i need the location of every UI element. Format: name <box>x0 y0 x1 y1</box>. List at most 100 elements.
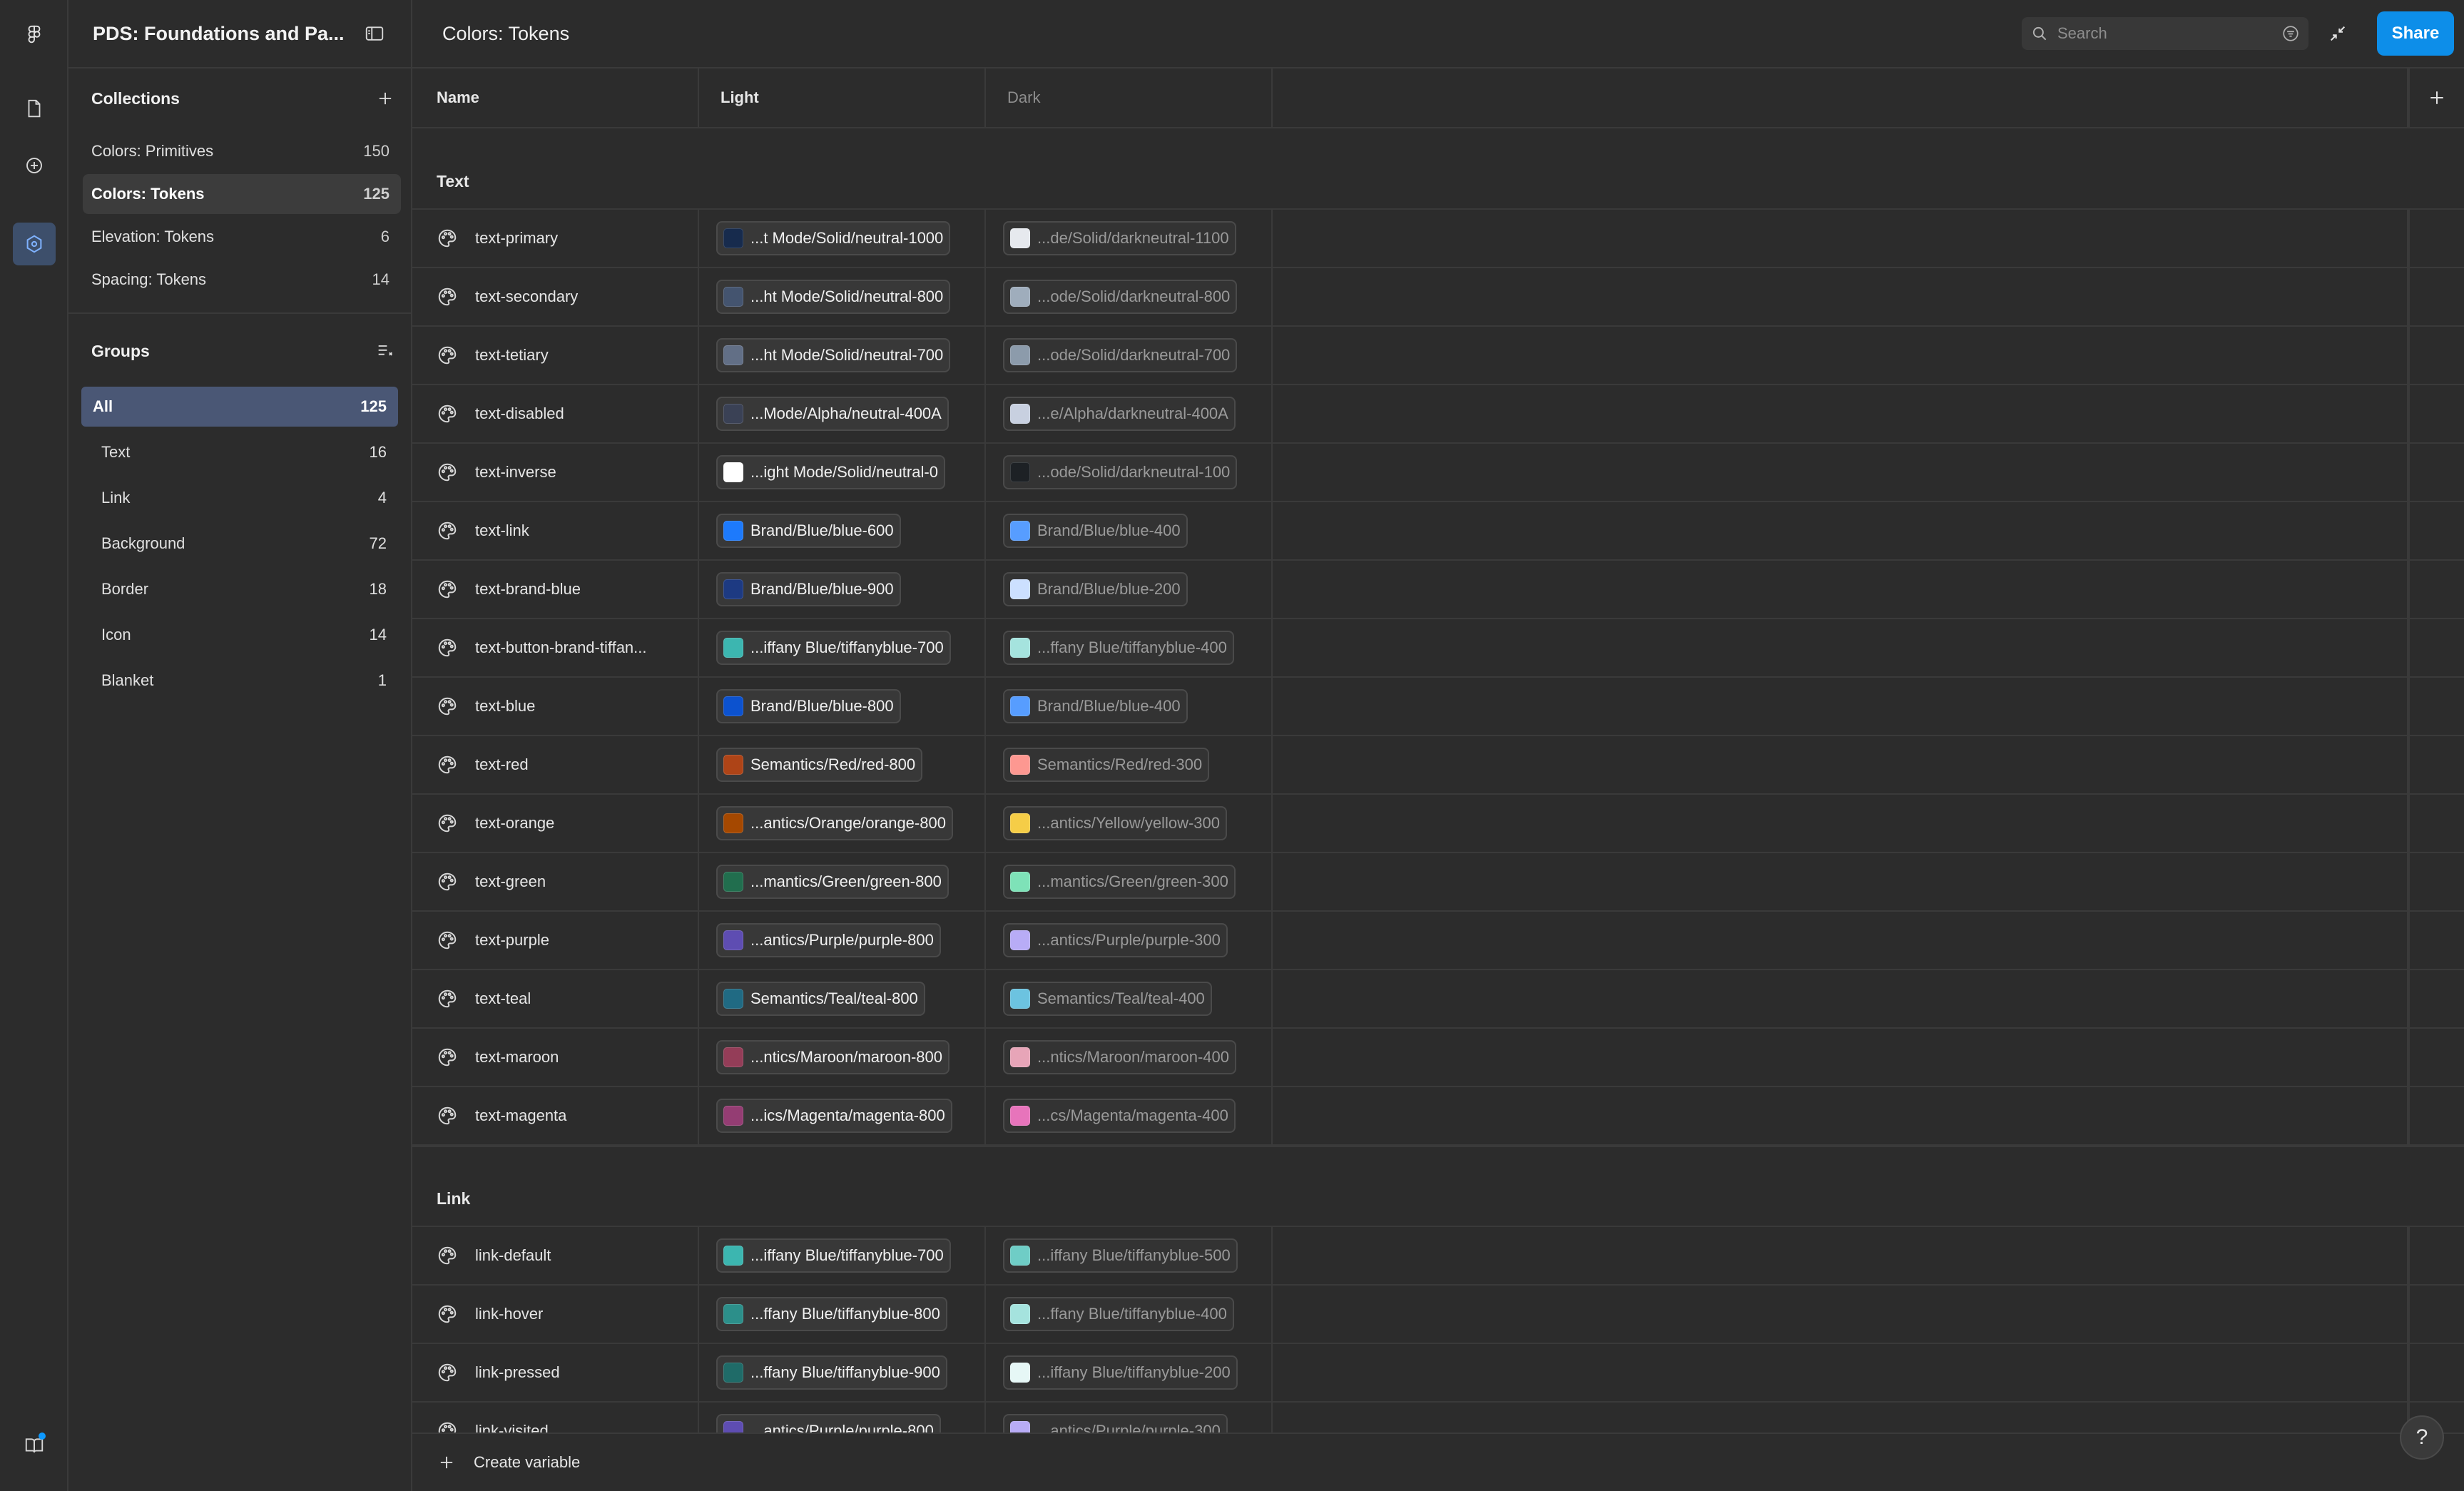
dark-value-cell[interactable]: ...antics/Purple/purple-300 <box>986 912 1273 969</box>
variable-name-cell[interactable]: link-default <box>412 1227 699 1284</box>
alias-pill[interactable]: ...antics/Purple/purple-300 <box>1003 923 1228 957</box>
light-value-cell[interactable]: ...antics/Purple/purple-800 <box>699 1403 986 1433</box>
group-item[interactable]: Background 72 <box>81 524 398 564</box>
light-value-cell[interactable]: ...mantics/Green/green-800 <box>699 853 986 910</box>
alias-pill[interactable]: ...e/Alpha/darkneutral-400A <box>1003 397 1236 431</box>
dark-value-cell[interactable]: Brand/Blue/blue-400 <box>986 678 1273 735</box>
light-value-cell[interactable]: ...Mode/Alpha/neutral-400A <box>699 385 986 442</box>
table-row[interactable]: text-maroon ...ntics/Maroon/maroon-800...… <box>412 1029 2464 1087</box>
add-mode-button[interactable] <box>2408 68 2464 127</box>
help-button[interactable]: ? <box>2400 1415 2444 1460</box>
table-row[interactable]: text-green ...mantics/Green/green-800 ...m… <box>412 853 2464 912</box>
alias-pill[interactable]: ...ode/Solid/darkneutral-100 <box>1003 455 1238 489</box>
collection-item[interactable]: Spacing: Tokens 14 <box>83 260 401 300</box>
table-row[interactable]: link-default ...iffany Blue/tiffanyblue-7… <box>412 1227 2464 1286</box>
dark-value-cell[interactable]: ...ffany Blue/tiffanyblue-400 <box>986 619 1273 676</box>
dark-value-cell[interactable]: ...e/Alpha/darkneutral-400A <box>986 385 1273 442</box>
table-row[interactable]: text-tetiary ...ht Mode/Solid/neutral-700… <box>412 327 2464 385</box>
dark-value-cell[interactable]: ...ode/Solid/darkneutral-700 <box>986 327 1273 384</box>
variable-name-cell[interactable]: text-tetiary <box>412 327 699 384</box>
alias-pill[interactable]: ...antics/Purple/purple-800 <box>716 923 941 957</box>
alias-pill[interactable]: ...antics/Orange/orange-800 <box>716 806 953 840</box>
exit-fullscreen-icon[interactable] <box>2321 17 2354 50</box>
dark-value-cell[interactable]: ...ode/Solid/darkneutral-800 <box>986 268 1273 325</box>
share-button[interactable]: Share <box>2377 11 2454 56</box>
light-value-cell[interactable]: ...ntics/Maroon/maroon-800 <box>699 1029 986 1086</box>
light-value-cell[interactable]: ...ffany Blue/tiffanyblue-900 <box>699 1344 986 1401</box>
table-row[interactable]: text-inverse ...ight Mode/Solid/neutral-0… <box>412 444 2464 502</box>
alias-pill[interactable]: ...iffany Blue/tiffanyblue-700 <box>716 1238 951 1273</box>
collapse-groups-icon[interactable] <box>375 341 395 361</box>
variable-name-cell[interactable]: link-visited <box>412 1403 699 1433</box>
alias-pill[interactable]: ...ffany Blue/tiffanyblue-800 <box>716 1297 947 1331</box>
alias-pill[interactable]: ...ode/Solid/darkneutral-800 <box>1003 280 1238 314</box>
table-row[interactable]: text-secondary ...ht Mode/Solid/neutral-8… <box>412 268 2464 327</box>
alias-pill[interactable]: ...antics/Purple/purple-800 <box>716 1414 941 1433</box>
group-item[interactable]: Icon 14 <box>81 615 398 655</box>
variable-name-cell[interactable]: text-disabled <box>412 385 699 442</box>
alias-pill[interactable]: Brand/Blue/blue-800 <box>716 689 901 723</box>
column-header-dark[interactable]: Dark <box>986 68 1273 127</box>
table-row[interactable]: text-blue Brand/Blue/blue-800 Brand/Blue/b… <box>412 678 2464 736</box>
dark-value-cell[interactable]: ...iffany Blue/tiffanyblue-200 <box>986 1344 1273 1401</box>
add-circle-icon[interactable] <box>13 144 56 187</box>
table-row[interactable]: text-teal Semantics/Teal/teal-800 Semantic… <box>412 970 2464 1029</box>
dark-value-cell[interactable]: Brand/Blue/blue-400 <box>986 502 1273 559</box>
alias-pill[interactable]: ...ht Mode/Solid/neutral-700 <box>716 338 951 372</box>
table-row[interactable]: text-red Semantics/Red/red-800 Semantics/R… <box>412 736 2464 795</box>
variable-name-cell[interactable]: text-link <box>412 502 699 559</box>
variable-name-cell[interactable]: text-brand-blue <box>412 561 699 618</box>
dark-value-cell[interactable]: ...iffany Blue/tiffanyblue-500 <box>986 1227 1273 1284</box>
search-input[interactable] <box>2057 24 2281 43</box>
dark-value-cell[interactable]: ...mantics/Green/green-300 <box>986 853 1273 910</box>
table-row[interactable]: text-magenta ...ics/Magenta/magenta-800..… <box>412 1087 2464 1146</box>
collection-item[interactable]: Colors: Tokens 125 <box>83 174 401 214</box>
dark-value-cell[interactable]: ...de/Solid/darkneutral-1100 <box>986 210 1273 267</box>
variable-name-cell[interactable]: text-purple <box>412 912 699 969</box>
variable-name-cell[interactable]: text-maroon <box>412 1029 699 1086</box>
alias-pill[interactable]: ...ics/Magenta/magenta-800 <box>716 1099 952 1133</box>
variable-name-cell[interactable]: text-orange <box>412 795 699 852</box>
file-icon[interactable] <box>13 87 56 130</box>
group-item[interactable]: Text 16 <box>81 432 398 472</box>
column-header-name[interactable]: Name <box>412 68 699 127</box>
group-item[interactable]: All 125 <box>81 387 398 427</box>
alias-pill[interactable]: ...t Mode/Solid/neutral-1000 <box>716 221 951 255</box>
alias-pill[interactable]: ...mantics/Green/green-300 <box>1003 865 1236 899</box>
alias-pill[interactable]: Brand/Blue/blue-600 <box>716 514 901 548</box>
light-value-cell[interactable]: ...ight Mode/Solid/neutral-0 <box>699 444 986 501</box>
variable-name-cell[interactable]: text-red <box>412 736 699 793</box>
alias-pill[interactable]: Brand/Blue/blue-200 <box>1003 572 1188 606</box>
filter-icon[interactable] <box>2281 24 2300 43</box>
light-value-cell[interactable]: ...antics/Purple/purple-800 <box>699 912 986 969</box>
group-item[interactable]: Link 4 <box>81 478 398 518</box>
table-row[interactable]: link-hover ...ffany Blue/tiffanyblue-800.… <box>412 1286 2464 1344</box>
alias-pill[interactable]: ...antics/Yellow/yellow-300 <box>1003 806 1227 840</box>
dark-value-cell[interactable]: ...cs/Magenta/magenta-400 <box>986 1087 1273 1144</box>
light-value-cell[interactable]: ...t Mode/Solid/neutral-1000 <box>699 210 986 267</box>
variable-name-cell[interactable]: text-teal <box>412 970 699 1027</box>
variable-name-cell[interactable]: text-button-brand-tiffan... <box>412 619 699 676</box>
variable-name-cell[interactable]: text-magenta <box>412 1087 699 1144</box>
file-title[interactable]: PDS: Foundations and Pa... <box>93 23 362 45</box>
table-row[interactable]: text-disabled ...Mode/Alpha/neutral-400A.… <box>412 385 2464 444</box>
add-collection-plus-icon[interactable] <box>375 88 395 108</box>
group-item[interactable]: Border 18 <box>81 569 398 609</box>
variables-icon[interactable] <box>13 223 56 265</box>
light-value-cell[interactable]: ...ffany Blue/tiffanyblue-800 <box>699 1286 986 1343</box>
alias-pill[interactable]: ...ffany Blue/tiffanyblue-400 <box>1003 631 1234 665</box>
dark-value-cell[interactable]: ...antics/Yellow/yellow-300 <box>986 795 1273 852</box>
variable-name-cell[interactable]: text-green <box>412 853 699 910</box>
column-header-light[interactable]: Light <box>699 68 986 127</box>
alias-pill[interactable]: Brand/Blue/blue-900 <box>716 572 901 606</box>
create-variable-button[interactable]: Create variable <box>412 1433 2464 1491</box>
alias-pill[interactable]: ...iffany Blue/tiffanyblue-700 <box>716 631 951 665</box>
dark-value-cell[interactable]: Brand/Blue/blue-200 <box>986 561 1273 618</box>
light-value-cell[interactable]: Brand/Blue/blue-600 <box>699 502 986 559</box>
light-value-cell[interactable]: ...ht Mode/Solid/neutral-700 <box>699 327 986 384</box>
alias-pill[interactable]: Semantics/Red/red-300 <box>1003 748 1210 782</box>
light-value-cell[interactable]: Brand/Blue/blue-900 <box>699 561 986 618</box>
alias-pill[interactable]: ...cs/Magenta/magenta-400 <box>1003 1099 1236 1133</box>
alias-pill[interactable]: ...ffany Blue/tiffanyblue-400 <box>1003 1297 1234 1331</box>
light-value-cell[interactable]: ...antics/Orange/orange-800 <box>699 795 986 852</box>
